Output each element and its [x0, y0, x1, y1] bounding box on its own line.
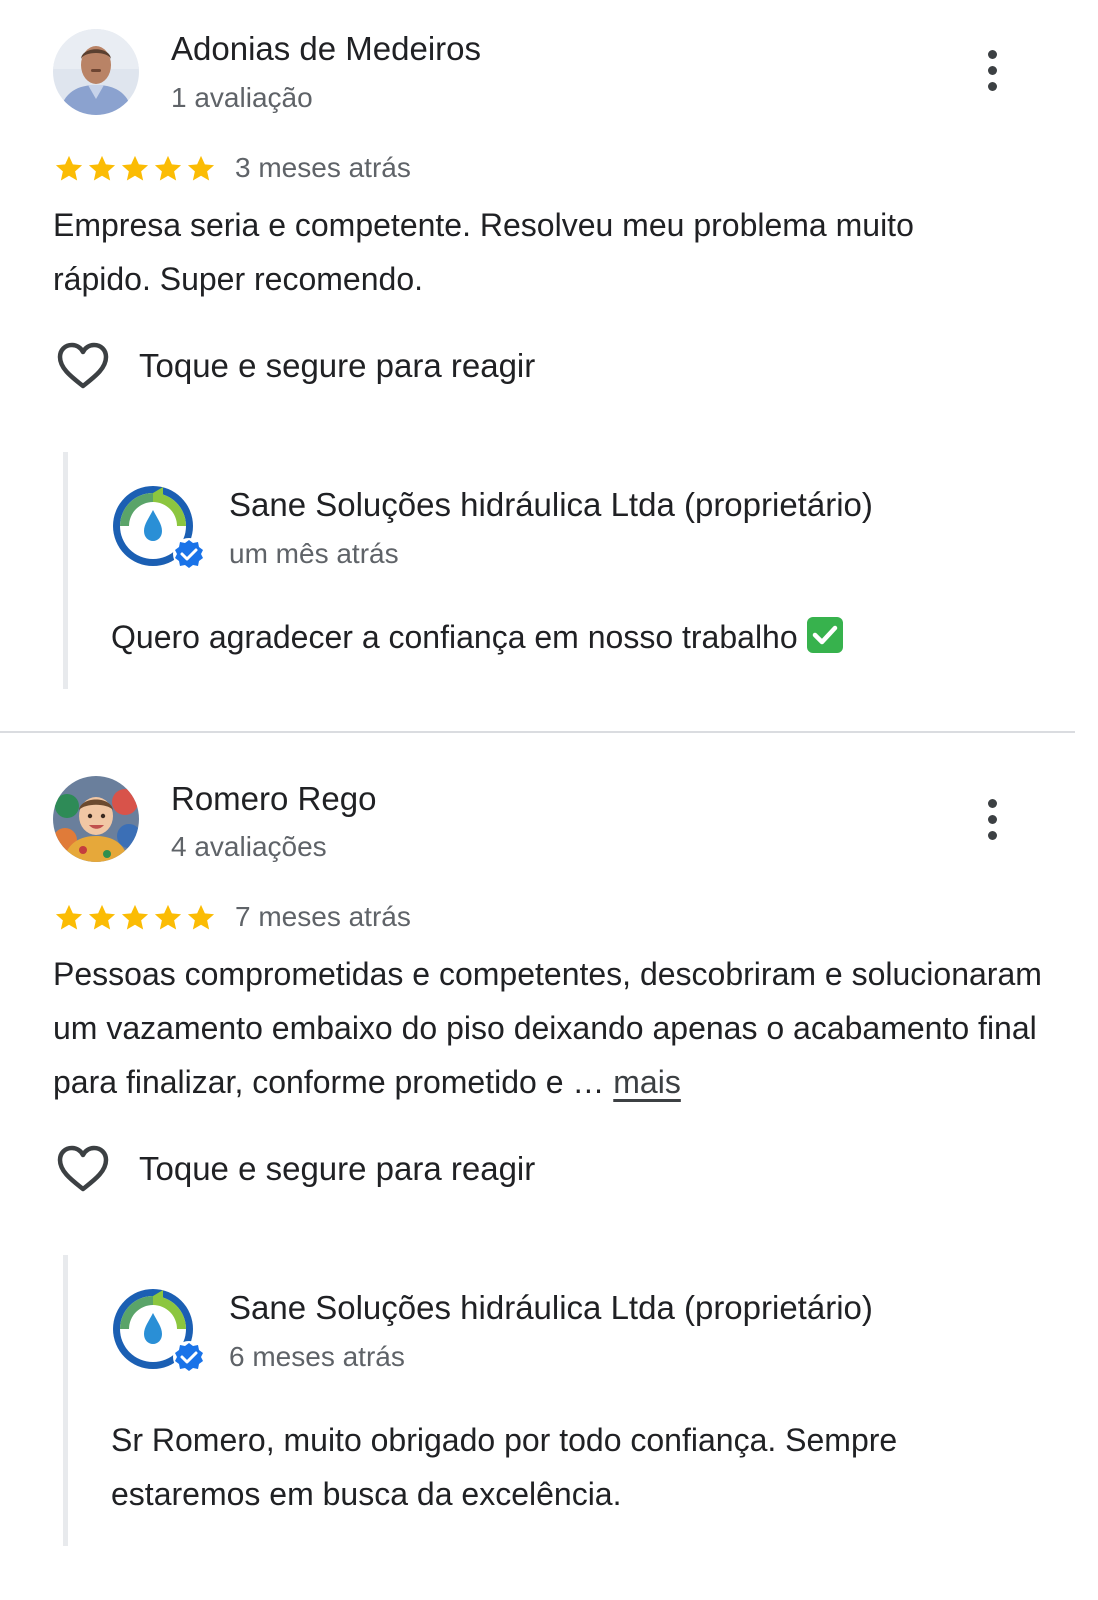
- author-photo: [53, 29, 139, 115]
- owner-reply-message: Quero agradecer a confiança em nosso tra…: [111, 619, 798, 655]
- author-name[interactable]: Romero Rego: [171, 780, 376, 818]
- star-icon: [187, 904, 215, 930]
- star-icon: [88, 155, 116, 181]
- owner-reply-bar: [63, 1255, 68, 1546]
- owner-reply-bar: [63, 452, 68, 689]
- owner-name: Sane Soluções hidráulica Ltda (proprietá…: [229, 486, 873, 523]
- author-review-count: 1 avaliação: [171, 82, 313, 113]
- more-options-button[interactable]: [972, 40, 1012, 100]
- review-text: Empresa seria e competente. Resolveu meu…: [53, 207, 914, 297]
- owner-logo[interactable]: [109, 484, 207, 576]
- author-avatar[interactable]: [53, 29, 139, 115]
- check-mark-emoji: [806, 617, 843, 653]
- author-name[interactable]: Adonias de Medeiros: [171, 30, 481, 68]
- owner-reply-text: Sr Romero, muito obrigado por todo confi…: [111, 1422, 898, 1512]
- owner-reply-date: um mês atrás: [229, 538, 399, 569]
- react-label: Toque e segure para reagir: [139, 1150, 536, 1187]
- review-body: Pessoas comprometidas e competentes, des…: [53, 956, 1042, 1100]
- owner-name: Sane Soluções hidráulica Ltda (proprietá…: [229, 1289, 873, 1326]
- react-button[interactable]: Toque e segure para reagir: [55, 341, 535, 391]
- star-icon: [88, 904, 116, 930]
- review-date: 3 meses atrás: [235, 152, 411, 183]
- star-icon: [121, 904, 149, 930]
- star-rating: [53, 153, 217, 185]
- heart-outline-icon: [57, 1145, 109, 1192]
- verified-badge-icon: [173, 1341, 205, 1373]
- star-icon: [154, 155, 182, 181]
- verified-badge-icon: [173, 538, 205, 570]
- star-icon: [187, 155, 215, 181]
- heart-outline-icon: [57, 342, 109, 389]
- review-divider: [0, 731, 1075, 733]
- owner-logo[interactable]: [109, 1287, 207, 1379]
- more-vert-icon: [987, 49, 997, 59]
- react-label: Toque e segure para reagir: [139, 347, 536, 384]
- star-rating: [53, 902, 217, 934]
- owner-reply-text: Quero agradecer a confiança em nosso tra…: [111, 610, 1011, 664]
- star-icon: [154, 904, 182, 930]
- author-photo: [53, 776, 139, 862]
- owner-reply-date: 6 meses atrás: [229, 1341, 405, 1372]
- star-icon: [55, 155, 83, 181]
- react-button[interactable]: Toque e segure para reagir: [55, 1144, 535, 1194]
- author-review-count: 4 avaliações: [171, 831, 327, 862]
- author-avatar[interactable]: [53, 776, 139, 862]
- more-vert-icon: [987, 798, 997, 808]
- review-date: 7 meses atrás: [235, 901, 411, 932]
- star-icon: [55, 904, 83, 930]
- more-options-button[interactable]: [972, 789, 1012, 849]
- read-more-link[interactable]: mais: [613, 1064, 681, 1100]
- star-icon: [121, 155, 149, 181]
- review-text: Pessoas comprometidas e competentes, des…: [53, 947, 1043, 1109]
